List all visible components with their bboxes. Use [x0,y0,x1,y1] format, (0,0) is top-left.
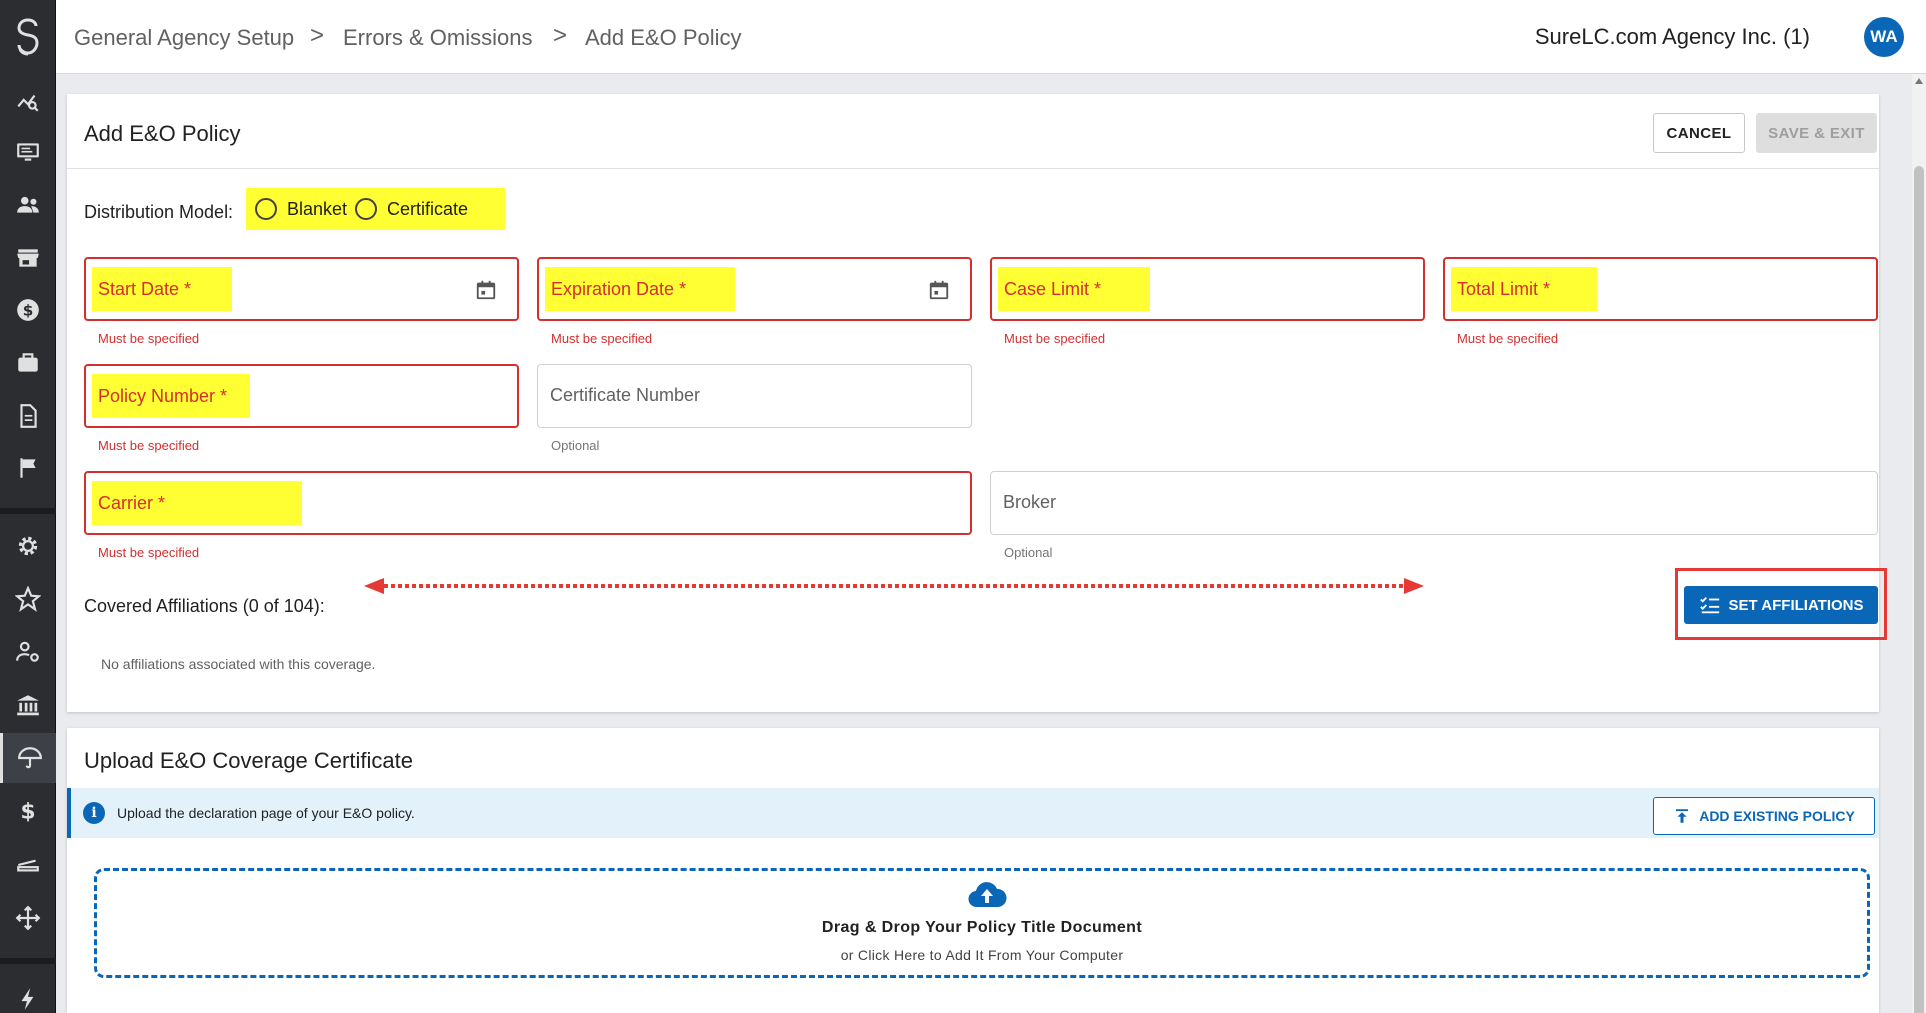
add-policy-card: Add E&O Policy CANCEL SAVE & EXIT Distri… [67,94,1879,712]
star-icon[interactable] [0,574,56,624]
user-settings-icon[interactable] [0,627,56,677]
file-dropzone[interactable]: Drag & Drop Your Policy Title Document o… [94,868,1870,978]
total-limit-label: Total Limit * [1457,279,1551,299]
case-limit-label: Case Limit * [1004,279,1102,299]
broker-label: Broker [1003,492,1057,512]
add-existing-policy-label: ADD EXISTING POLICY [1699,808,1855,824]
policy-number-helper: Must be specified [98,438,200,453]
case-limit-field[interactable]: Case Limit * [990,257,1425,321]
info-icon: i [83,802,105,824]
broker-helper: Optional [1004,545,1053,560]
certificate-number-field[interactable]: Certificate Number [537,364,972,428]
top-bar: General Agency Setup > Errors & Omission… [56,0,1926,74]
radio-certificate[interactable]: Certificate [355,198,468,220]
start-date-label: Start Date * [98,279,192,299]
info-text: Upload the declaration page of your E&O … [117,805,415,821]
stack-icon[interactable] [0,840,56,890]
radio-blanket[interactable]: Blanket [255,198,347,220]
monitor-icon[interactable] [0,127,56,177]
breadcrumb-item[interactable]: General Agency Setup [74,25,294,51]
dropzone-title: Drag & Drop Your Policy Title Document [821,919,1143,936]
policy-number-label: Policy Number * [98,386,228,406]
cancel-button[interactable]: CANCEL [1653,113,1745,153]
agency-name[interactable]: SureLC.com Agency Inc. (1) [1535,24,1810,50]
document-icon[interactable] [0,391,56,441]
distribution-model-label: Distribution Model: [84,202,234,222]
radio-blanket-label: Blanket [287,198,348,219]
umbrella-icon[interactable] [0,733,56,783]
scrollbar[interactable] [1912,74,1926,1013]
radio-circle-icon[interactable] [355,198,377,220]
svg-text:$: $ [23,301,34,319]
covered-affiliations-label: Covered Affiliations (0 of 104): [84,596,325,616]
dropzone-subtitle: or Click Here to Add It From Your Comput… [840,947,1124,963]
carrier-label: Carrier * [98,493,166,513]
move-icon[interactable] [0,893,56,943]
chevron-right-icon: > [553,22,568,49]
divider [67,168,1879,169]
start-date-field[interactable]: Start Date * [84,257,519,321]
left-sidebar: $ $ [0,0,56,1013]
set-affiliations-label: SET AFFILIATIONS [1728,596,1864,614]
scroll-thumb[interactable] [1914,166,1924,1013]
calendar-icon[interactable] [475,279,497,301]
briefcase-icon[interactable] [0,338,56,388]
expiration-date-label: Expiration Date * [551,279,687,299]
radio-certificate-label: Certificate [387,198,469,219]
carrier-helper: Must be specified [98,545,200,560]
sidebar-divider [0,508,56,514]
add-existing-policy-button[interactable]: ADD EXISTING POLICY [1653,797,1875,835]
no-affiliations-text: No affiliations associated with this cov… [101,656,376,672]
gear-icon[interactable] [0,521,56,571]
breadcrumb-item[interactable]: Errors & Omissions [343,25,532,51]
info-banner: i Upload the declaration page of your E&… [67,788,1879,838]
expiration-date-helper: Must be specified [551,331,653,346]
svg-text:$: $ [20,800,35,824]
policy-number-field[interactable]: Policy Number * [84,364,519,428]
save-exit-button[interactable]: SAVE & EXIT [1756,113,1877,153]
analytics-icon[interactable] [0,76,56,126]
annotation-arrow [364,578,1424,594]
upload-arrow-icon [1676,809,1689,823]
bolt-icon[interactable] [0,974,56,1013]
logo-icon[interactable] [0,0,56,74]
flag-icon[interactable] [0,443,56,493]
dollar-icon[interactable]: $ [0,786,56,836]
upload-title: Upload E&O Coverage Certificate [84,748,413,773]
radio-circle-icon[interactable] [255,198,277,220]
dollar-circle-icon[interactable]: $ [0,285,56,335]
carrier-field[interactable]: Carrier * [84,471,972,535]
breadcrumb-current: Add E&O Policy [585,25,742,50]
expiration-date-field[interactable]: Expiration Date * [537,257,972,321]
cloud-upload-icon [968,882,1007,908]
scroll-up-icon[interactable] [1915,78,1923,84]
checklist-icon [1699,597,1719,614]
total-limit-field[interactable]: Total Limit * [1443,257,1878,321]
avatar[interactable]: WA [1864,17,1904,57]
bank-icon[interactable] [0,680,56,730]
total-limit-helper: Must be specified [1457,331,1559,346]
case-limit-helper: Must be specified [1004,331,1106,346]
certificate-number-helper: Optional [551,438,600,453]
start-date-helper: Must be specified [98,331,200,346]
sidebar-divider [0,958,56,964]
certificate-number-label: Certificate Number [550,385,701,405]
set-affiliations-button[interactable]: SET AFFILIATIONS [1684,586,1878,624]
calendar-icon[interactable] [928,279,950,301]
chevron-right-icon: > [310,22,325,49]
broker-field[interactable]: Broker [990,471,1878,535]
people-icon[interactable] [0,180,56,230]
store-icon[interactable] [0,233,56,283]
page-title: Add E&O Policy [84,121,241,146]
upload-card: Upload E&O Coverage Certificate i Upload… [67,728,1879,1013]
